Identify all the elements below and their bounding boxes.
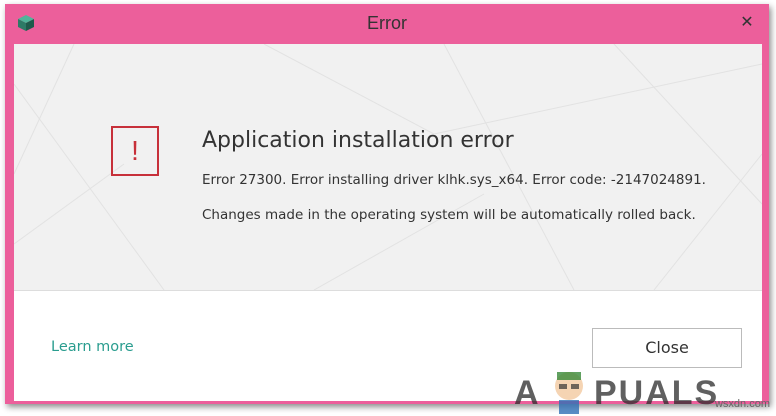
warning-icon: !: [111, 126, 159, 176]
window-title: Error: [367, 13, 407, 33]
title-bar[interactable]: Error ✕: [5, 4, 769, 44]
watermark-text: PUALS: [594, 374, 720, 412]
site-watermark: wsxdn.com: [714, 398, 770, 410]
error-message: Error 27300. Error installing driver klh…: [202, 172, 706, 188]
message-panel: ! Application installation error Error 2…: [14, 44, 762, 291]
dialog-content: ! Application installation error Error 2…: [14, 44, 762, 414]
window-close-button[interactable]: ✕: [735, 12, 759, 32]
watermark-letter-a: A: [514, 374, 541, 412]
rollback-message: Changes made in the operating system wil…: [202, 207, 696, 223]
appuals-watermark: A PUALS: [514, 366, 729, 416]
error-heading: Application installation error: [202, 128, 514, 153]
learn-more-link[interactable]: Learn more: [51, 339, 134, 355]
mascot-icon: [555, 372, 583, 414]
error-dialog-window: Error ✕ ! Application installation error: [5, 4, 769, 414]
close-button[interactable]: Close: [592, 328, 742, 368]
